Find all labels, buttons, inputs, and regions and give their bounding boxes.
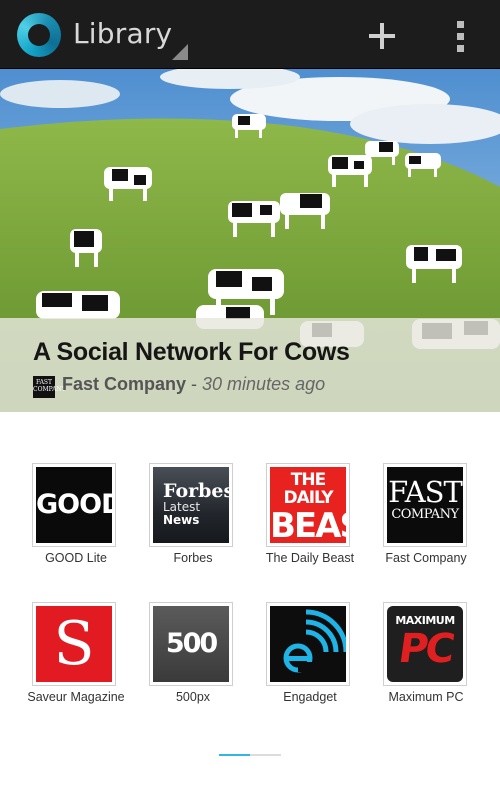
saveur-label: Saveur Magazine	[27, 690, 125, 704]
page-indicator-active	[219, 754, 250, 756]
story-time: 30 minutes ago	[202, 374, 326, 394]
maximum-pc-logo: MAXIMUM PC	[387, 606, 463, 682]
maximum-pc-label: Maximum PC	[388, 690, 464, 704]
fast-company-logo: FAST COMPANY	[387, 467, 463, 543]
daily-beast-label: The Daily Beast	[265, 551, 355, 565]
page-indicator	[219, 754, 281, 757]
good-lite-tile[interactable]: GOOD	[32, 463, 116, 547]
500px-label: 500px	[175, 690, 211, 704]
500px-tile[interactable]: 500	[149, 602, 233, 686]
page-indicator-inactive	[250, 754, 281, 756]
forbes-label: Forbes	[173, 551, 213, 565]
story-source: Fast Company	[62, 374, 187, 394]
good-lite-label: GOOD Lite	[45, 551, 107, 565]
story-caption: A Social Network For Cows FAST COMPANY F…	[0, 318, 500, 412]
saveur-logo: S	[36, 606, 112, 682]
source-logo-icon: FAST COMPANY	[33, 376, 66, 398]
app-logo-icon[interactable]	[17, 13, 61, 57]
fast-company-label: Fast Company	[385, 551, 467, 565]
engadget-logo	[270, 606, 346, 682]
engadget-label: Engadget	[283, 690, 337, 704]
forbes-tile[interactable]: Forbes Latest News	[149, 463, 233, 547]
forbes-logo: Forbes Latest News	[153, 467, 229, 543]
add-button[interactable]	[362, 16, 402, 56]
library-title[interactable]: Library	[73, 17, 172, 50]
featured-story[interactable]: A Social Network For Cows FAST COMPANY F…	[0, 69, 500, 412]
story-meta: Fast Company - 30 minutes ago	[62, 374, 325, 395]
500px-logo: 500	[153, 606, 229, 682]
daily-beast-logo: THE DAILY BEAST	[270, 467, 346, 543]
overflow-menu-icon	[457, 21, 464, 52]
fast-company-tile[interactable]: FAST COMPANY	[383, 463, 467, 547]
overflow-menu-button[interactable]	[445, 16, 475, 56]
good-logo: GOOD	[36, 467, 112, 543]
maximum-pc-tile[interactable]: MAXIMUM PC	[383, 602, 467, 686]
saveur-tile[interactable]: S	[32, 602, 116, 686]
dropdown-indicator-icon[interactable]	[172, 44, 188, 60]
action-bar: Library	[0, 0, 500, 69]
daily-beast-tile[interactable]: THE DAILY BEAST	[266, 463, 350, 547]
story-headline[interactable]: A Social Network For Cows	[33, 338, 350, 367]
meta-separator: -	[186, 374, 203, 394]
plus-icon	[369, 23, 395, 49]
engadget-tile[interactable]	[266, 602, 350, 686]
engadget-e-icon	[283, 609, 346, 673]
